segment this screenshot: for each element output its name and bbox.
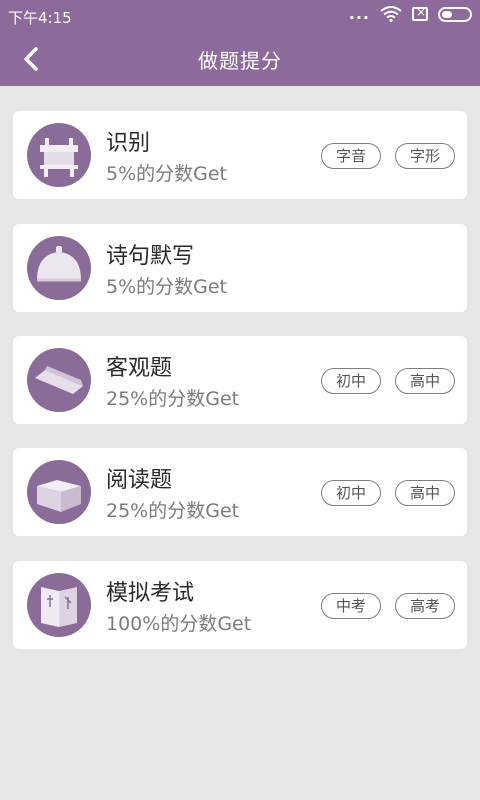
list-item-objective[interactable]: 客观题 25%的分数Get 初中 高中 (13, 336, 467, 424)
tag-group: 中考 高考 (321, 593, 455, 619)
item-subtitle: 5%的分数Get (106, 163, 228, 185)
tag-group: 初中 高中 (321, 368, 455, 394)
battery-icon (438, 6, 472, 22)
no-sim-icon (412, 5, 428, 21)
box-icon (27, 460, 91, 524)
list-item-identify[interactable]: 识别 5%的分数Get 字音 字形 (13, 111, 467, 199)
item-subtitle: 25%的分数Get (106, 500, 240, 522)
signal-dots-icon: ... (348, 4, 370, 23)
item-title: 模拟考试 (106, 581, 195, 606)
item-subtitle: 25%的分数Get (106, 388, 240, 410)
tag-group: 初中 高中 (321, 480, 455, 506)
page-title: 做题提分 (198, 49, 282, 73)
item-title: 识别 (106, 131, 151, 156)
app-header: 下午4:15 ... 做题提分 (0, 0, 480, 86)
status-time: 下午4:15 (8, 9, 72, 27)
tag-high-school-entrance[interactable]: 中考 (321, 593, 381, 619)
wifi-icon (380, 6, 402, 22)
list-item-mock-exam[interactable]: 模拟考试 100%的分数Get 中考 高考 (13, 561, 467, 649)
item-title: 诗句默写 (106, 244, 195, 269)
list-item-poem-dictation[interactable]: 诗句默写 5%的分数Get (13, 224, 467, 312)
tag-senior-high[interactable]: 高中 (395, 480, 455, 506)
tag-group: 字音 字形 (321, 143, 455, 169)
tag-junior-high[interactable]: 初中 (321, 368, 381, 394)
tag-character-form[interactable]: 字形 (395, 143, 455, 169)
status-icons: ... (348, 4, 472, 23)
tag-college-entrance[interactable]: 高考 (395, 593, 455, 619)
ink-stick-icon (27, 348, 91, 412)
item-subtitle: 100%的分数Get (106, 613, 252, 635)
status-bar: 下午4:15 ... (0, 0, 480, 30)
item-subtitle: 5%的分数Get (106, 276, 228, 298)
item-title: 阅读题 (106, 468, 173, 493)
list-item-reading[interactable]: 阅读题 25%的分数Get 初中 高中 (13, 448, 467, 536)
item-title: 客观题 (106, 356, 173, 381)
bronze-vessel-icon (27, 123, 91, 187)
tag-senior-high[interactable]: 高中 (395, 368, 455, 394)
book-icon (27, 573, 91, 637)
bell-icon (27, 236, 91, 300)
tag-pronunciation[interactable]: 字音 (321, 143, 381, 169)
tag-junior-high[interactable]: 初中 (321, 480, 381, 506)
